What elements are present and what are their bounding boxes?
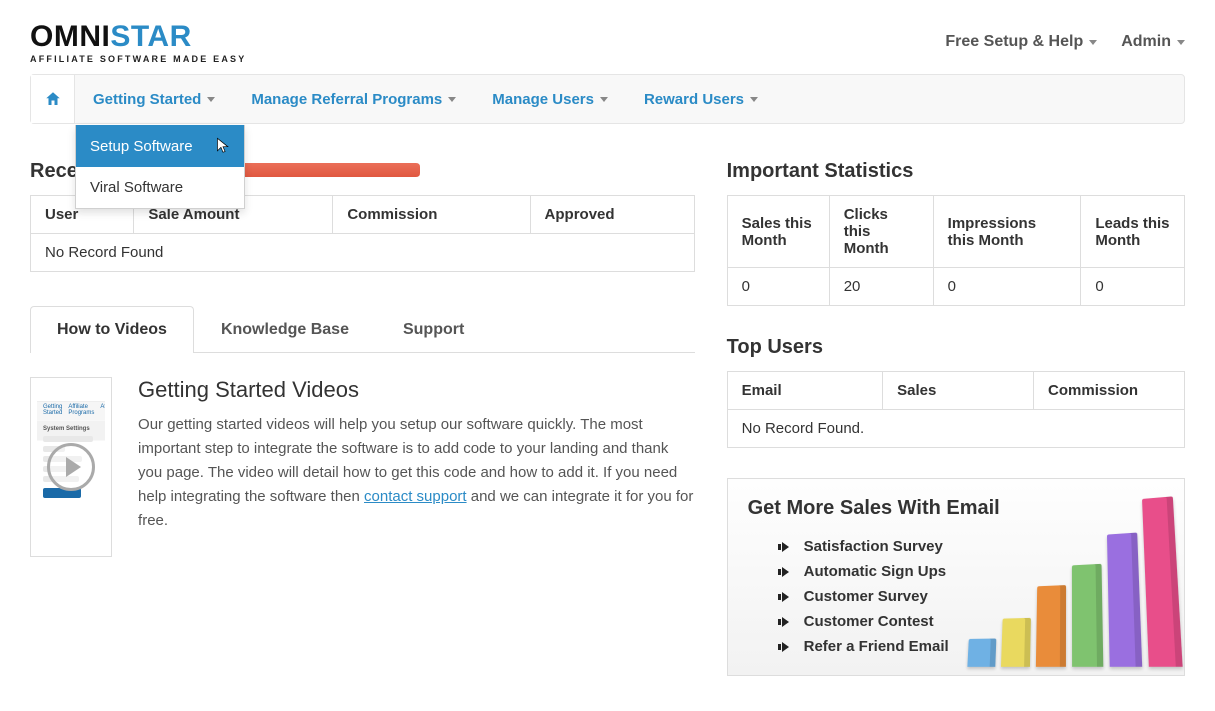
- promo-item-label: Satisfaction Survey: [804, 538, 943, 555]
- stat-clicks: 20: [829, 268, 933, 306]
- nav-getting-started[interactable]: Getting Started: [75, 75, 233, 123]
- play-icon: [47, 443, 95, 491]
- top-users-empty: No Record Found.: [727, 410, 1184, 448]
- logo: OMNISTAR AFFILIATE SOFTWARE MADE EASY: [30, 20, 246, 64]
- promo-item-label: Refer a Friend Email: [804, 638, 949, 655]
- dropdown-setup-software[interactable]: Setup Software: [76, 125, 244, 167]
- tab-knowledge-base[interactable]: Knowledge Base: [194, 306, 376, 353]
- stat-sales: 0: [727, 268, 829, 306]
- statistics-table: Sales this Month Clicks this Month Impre…: [727, 195, 1185, 306]
- logo-omni: OMNI: [30, 20, 110, 53]
- col-sales-month: Sales this Month: [727, 196, 829, 268]
- col-clicks-month: Clicks this Month: [829, 196, 933, 268]
- arrow-right-icon: [778, 568, 792, 576]
- tab-content: OMNISTAR Getting StartedAffiliate Progra…: [30, 353, 695, 581]
- table-row: 0 20 0 0: [727, 268, 1184, 306]
- nav-home[interactable]: [31, 75, 75, 123]
- nav-manage-programs[interactable]: Manage Referral Programs: [233, 75, 474, 123]
- nav-getting-started-label: Getting Started: [93, 91, 201, 108]
- caret-down-icon: [750, 97, 758, 102]
- cursor-icon: [216, 137, 230, 155]
- bar-chart-icon: [967, 496, 1182, 666]
- col-email: Email: [727, 372, 883, 410]
- tab-support[interactable]: Support: [376, 306, 491, 353]
- promo-panel[interactable]: Get More Sales With Email Satisfaction S…: [727, 478, 1185, 676]
- nav-reward-users-label: Reward Users: [644, 91, 744, 108]
- logo-tagline: AFFILIATE SOFTWARE MADE EASY: [30, 54, 246, 64]
- col-commission: Commission: [1034, 372, 1185, 410]
- home-icon: [44, 90, 62, 108]
- logo-star: STAR: [110, 20, 191, 53]
- arrow-right-icon: [778, 593, 792, 601]
- important-statistics-panel: Important Statistics Sales this Month Cl…: [727, 160, 1185, 306]
- col-leads-month: Leads this Month: [1081, 196, 1185, 268]
- important-statistics-title: Important Statistics: [727, 160, 1185, 183]
- stat-impressions: 0: [933, 268, 1081, 306]
- table-row: No Record Found: [31, 234, 695, 272]
- dropdown-viral-software-label: Viral Software: [90, 179, 183, 196]
- dropdown-setup-software-label: Setup Software: [90, 138, 193, 155]
- nav-manage-users-label: Manage Users: [492, 91, 594, 108]
- help-tabs: How to Videos Knowledge Base Support: [30, 306, 695, 353]
- top-users-table: Email Sales Commission No Record Found.: [727, 371, 1185, 448]
- stat-leads: 0: [1081, 268, 1185, 306]
- video-thumbnail[interactable]: OMNISTAR Getting StartedAffiliate Progra…: [30, 377, 112, 557]
- nav-reward-users[interactable]: Reward Users: [626, 75, 776, 123]
- arrow-right-icon: [778, 618, 792, 626]
- getting-started-dropdown: Setup Software Viral Software: [75, 125, 245, 209]
- free-setup-help-menu[interactable]: Free Setup & Help: [945, 33, 1097, 51]
- caret-down-icon: [1177, 40, 1185, 45]
- contact-support-link[interactable]: contact support: [364, 488, 467, 505]
- recent-sales-empty: No Record Found: [31, 234, 695, 272]
- promo-item-label: Customer Contest: [804, 613, 934, 630]
- caret-down-icon: [1089, 40, 1097, 45]
- promo-item-label: Automatic Sign Ups: [804, 563, 947, 580]
- dropdown-viral-software[interactable]: Viral Software: [76, 167, 244, 208]
- arrow-right-icon: [778, 643, 792, 651]
- top-users-panel: Top Users Email Sales Commission No Reco…: [727, 336, 1185, 448]
- main-navbar: Getting Started Manage Referral Programs…: [30, 74, 1185, 124]
- caret-down-icon: [207, 97, 215, 102]
- free-setup-help-label: Free Setup & Help: [945, 33, 1083, 51]
- caret-down-icon: [448, 97, 456, 102]
- nav-manage-programs-label: Manage Referral Programs: [251, 91, 442, 108]
- col-impressions-month: Impressions this Month: [933, 196, 1081, 268]
- tab-knowledge-base-label: Knowledge Base: [221, 321, 349, 338]
- top-users-title: Top Users: [727, 336, 1185, 359]
- admin-menu[interactable]: Admin: [1121, 33, 1185, 51]
- tab-how-to-videos-label: How to Videos: [57, 321, 167, 338]
- nav-manage-users[interactable]: Manage Users: [474, 75, 626, 123]
- video-heading: Getting Started Videos: [138, 377, 695, 403]
- video-description: Our getting started videos will help you…: [138, 413, 695, 533]
- promo-item-label: Customer Survey: [804, 588, 928, 605]
- col-approved: Approved: [530, 196, 694, 234]
- admin-label: Admin: [1121, 33, 1171, 51]
- caret-down-icon: [600, 97, 608, 102]
- col-commission: Commission: [333, 196, 530, 234]
- tab-how-to-videos[interactable]: How to Videos: [30, 306, 194, 353]
- table-row: No Record Found.: [727, 410, 1184, 448]
- arrow-right-icon: [778, 543, 792, 551]
- col-sales: Sales: [883, 372, 1034, 410]
- tab-support-label: Support: [403, 321, 464, 338]
